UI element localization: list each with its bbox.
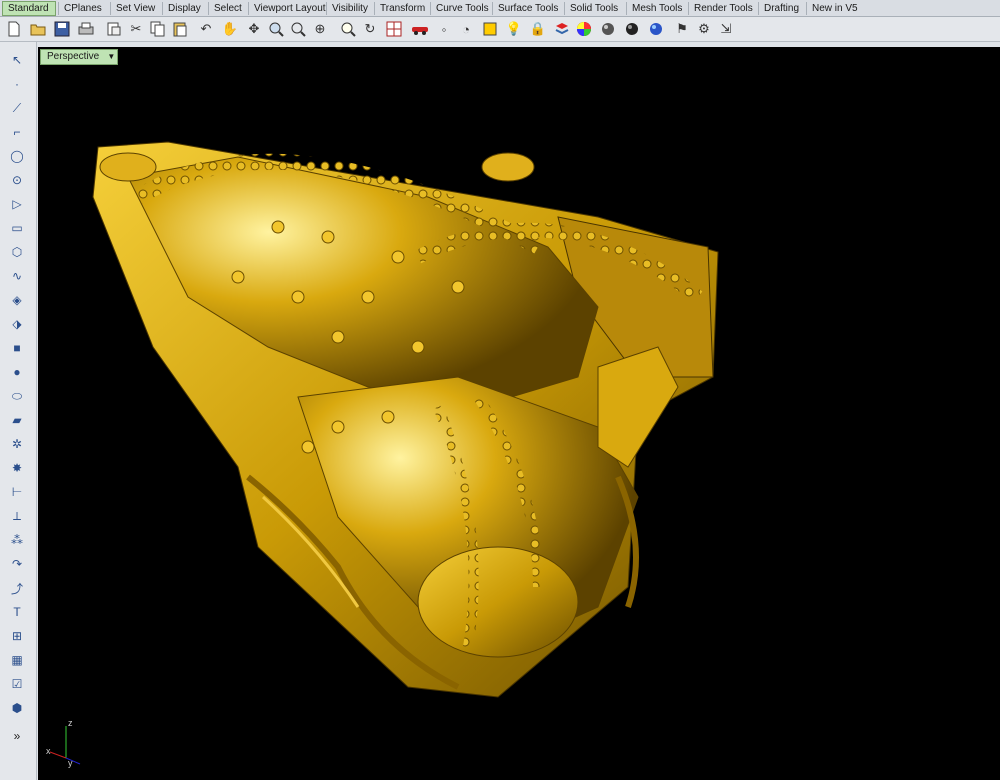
box-icon[interactable]: ■ <box>7 338 27 358</box>
paste-icon[interactable] <box>170 19 190 39</box>
undo-icon[interactable]: ↶ <box>196 19 216 39</box>
extrude-icon[interactable]: ⬗ <box>7 314 27 334</box>
lock-icon[interactable]: 🔒 <box>528 19 548 39</box>
dimension-icon[interactable]: ⊞ <box>7 626 27 646</box>
clock-icon[interactable]: ◔ <box>456 19 476 39</box>
curve-arrow-icon[interactable]: ↷ <box>7 554 27 574</box>
carved-relief-model <box>92 141 719 698</box>
tab-render-tools[interactable]: Render Tools <box>688 2 756 15</box>
array-icon[interactable]: ▦ <box>7 650 27 670</box>
copy-to-clipboard-icon[interactable] <box>104 19 124 39</box>
spline-icon[interactable]: ∿ <box>7 266 27 286</box>
copy-icon[interactable] <box>148 19 168 39</box>
pan-icon[interactable]: ✋ <box>220 19 240 39</box>
trim-icon[interactable]: ⊢ <box>7 482 27 502</box>
curve-icon[interactable]: ⌐ <box>7 122 27 142</box>
polyline-icon[interactable]: ⟋ <box>7 98 27 118</box>
cube-icon[interactable]: ⬢ <box>7 698 27 718</box>
explode-icon[interactable]: ✸ <box>7 458 27 478</box>
tab-transform[interactable]: Transform <box>374 2 428 15</box>
toolbar-tab-bar: Standard CPlanes Set View Display Select… <box>0 0 1000 17</box>
main-sidebar-toolbar: ↖ · ⟋ ⌐ ◯ ⊙ ▷ ▭ ⬡ ∿ ◈ ⬗ ■ ● ⬭ ▰ ✲ ✸ ⊢ ⟂ … <box>0 42 37 780</box>
tab-set-view[interactable]: Set View <box>110 2 160 15</box>
tab-solid-tools[interactable]: Solid Tools <box>564 2 624 15</box>
standard-toolbar: ✂ ↶ ✋ ✥ ⊕ ↻ ◦ ◔ 💡 🔒 ⚑ ⚙ ⇲ <box>0 17 1000 42</box>
flag-icon[interactable]: ⚑ <box>672 19 692 39</box>
arrow-icon[interactable]: ↻ <box>360 19 380 39</box>
cursor-icon[interactable]: ⇲ <box>716 19 736 39</box>
car-icon[interactable] <box>410 19 430 39</box>
boolean-icon[interactable]: ● <box>7 362 27 382</box>
ellipse-icon[interactable]: ⊙ <box>7 170 27 190</box>
fillet-icon[interactable]: ⟂ <box>7 506 27 526</box>
rectangle-icon[interactable]: ▭ <box>7 218 27 238</box>
light-icon[interactable]: 💡 <box>504 19 524 39</box>
tab-cplanes[interactable]: CPlanes <box>58 2 108 15</box>
tab-visibility[interactable]: Visibility <box>326 2 372 15</box>
print-icon[interactable] <box>76 19 96 39</box>
axis-x-label: x <box>46 746 51 756</box>
tab-display[interactable]: Display <box>162 2 206 15</box>
polygon-icon[interactable]: ⬡ <box>7 242 27 262</box>
zoom-icon[interactable] <box>266 19 286 39</box>
text-icon[interactable]: T <box>7 602 27 622</box>
cut-icon[interactable]: ✂ <box>126 19 146 39</box>
circle-icon[interactable]: ◯ <box>7 146 27 166</box>
open-icon[interactable] <box>28 19 48 39</box>
arc-icon[interactable]: ▷ <box>7 194 27 214</box>
perspective-viewport[interactable]: Perspective ▼ z x y <box>38 47 1000 780</box>
axis-y-label: y <box>68 758 73 768</box>
grid-icon[interactable] <box>384 19 404 39</box>
move-icon[interactable]: ✥ <box>244 19 264 39</box>
point-icon[interactable]: · <box>7 74 27 94</box>
new-icon[interactable] <box>4 19 24 39</box>
blend-icon[interactable]: ⤴ <box>7 578 27 598</box>
tab-select[interactable]: Select <box>208 2 246 15</box>
dots-icon[interactable]: ⁂ <box>7 530 27 550</box>
tab-new-in-v5[interactable]: New in V5 <box>806 2 862 15</box>
zoom-window-icon[interactable] <box>288 19 308 39</box>
gear-tools-icon[interactable]: ✲ <box>7 434 27 454</box>
cylinder-icon[interactable]: ⬭ <box>7 386 27 406</box>
tab-curve-tools[interactable]: Curve Tools <box>430 2 490 15</box>
select-arrow-icon[interactable]: ↖ <box>7 50 27 70</box>
more-tools-button[interactable]: » <box>7 726 27 746</box>
color-wheel-icon[interactable] <box>574 19 594 39</box>
tab-mesh-tools[interactable]: Mesh Tools <box>626 2 686 15</box>
dot-icon[interactable]: ◦ <box>434 19 454 39</box>
tab-surface-tools[interactable]: Surface Tools <box>492 2 562 15</box>
tab-drafting[interactable]: Drafting <box>758 2 804 15</box>
render-sphere-icon[interactable] <box>622 19 642 39</box>
world-axis-indicator: z x y <box>46 718 86 768</box>
gear-icon[interactable]: ⚙ <box>694 19 714 39</box>
zoom-extents-icon[interactable]: ⊕ <box>310 19 330 39</box>
axis-z-label: z <box>68 718 73 728</box>
tab-viewport-layout[interactable]: Viewport Layout <box>248 2 326 15</box>
tab-standard[interactable]: Standard <box>2 1 56 16</box>
check-icon[interactable]: ☑ <box>7 674 27 694</box>
sphere-icon[interactable] <box>598 19 618 39</box>
save-icon[interactable] <box>52 19 72 39</box>
globe-icon[interactable] <box>646 19 666 39</box>
mesh-icon[interactable]: ▰ <box>7 410 27 430</box>
rotate-view-icon[interactable] <box>338 19 358 39</box>
snap-icon[interactable] <box>480 19 500 39</box>
layer-icon[interactable] <box>552 19 572 39</box>
surface-icon[interactable]: ◈ <box>7 290 27 310</box>
